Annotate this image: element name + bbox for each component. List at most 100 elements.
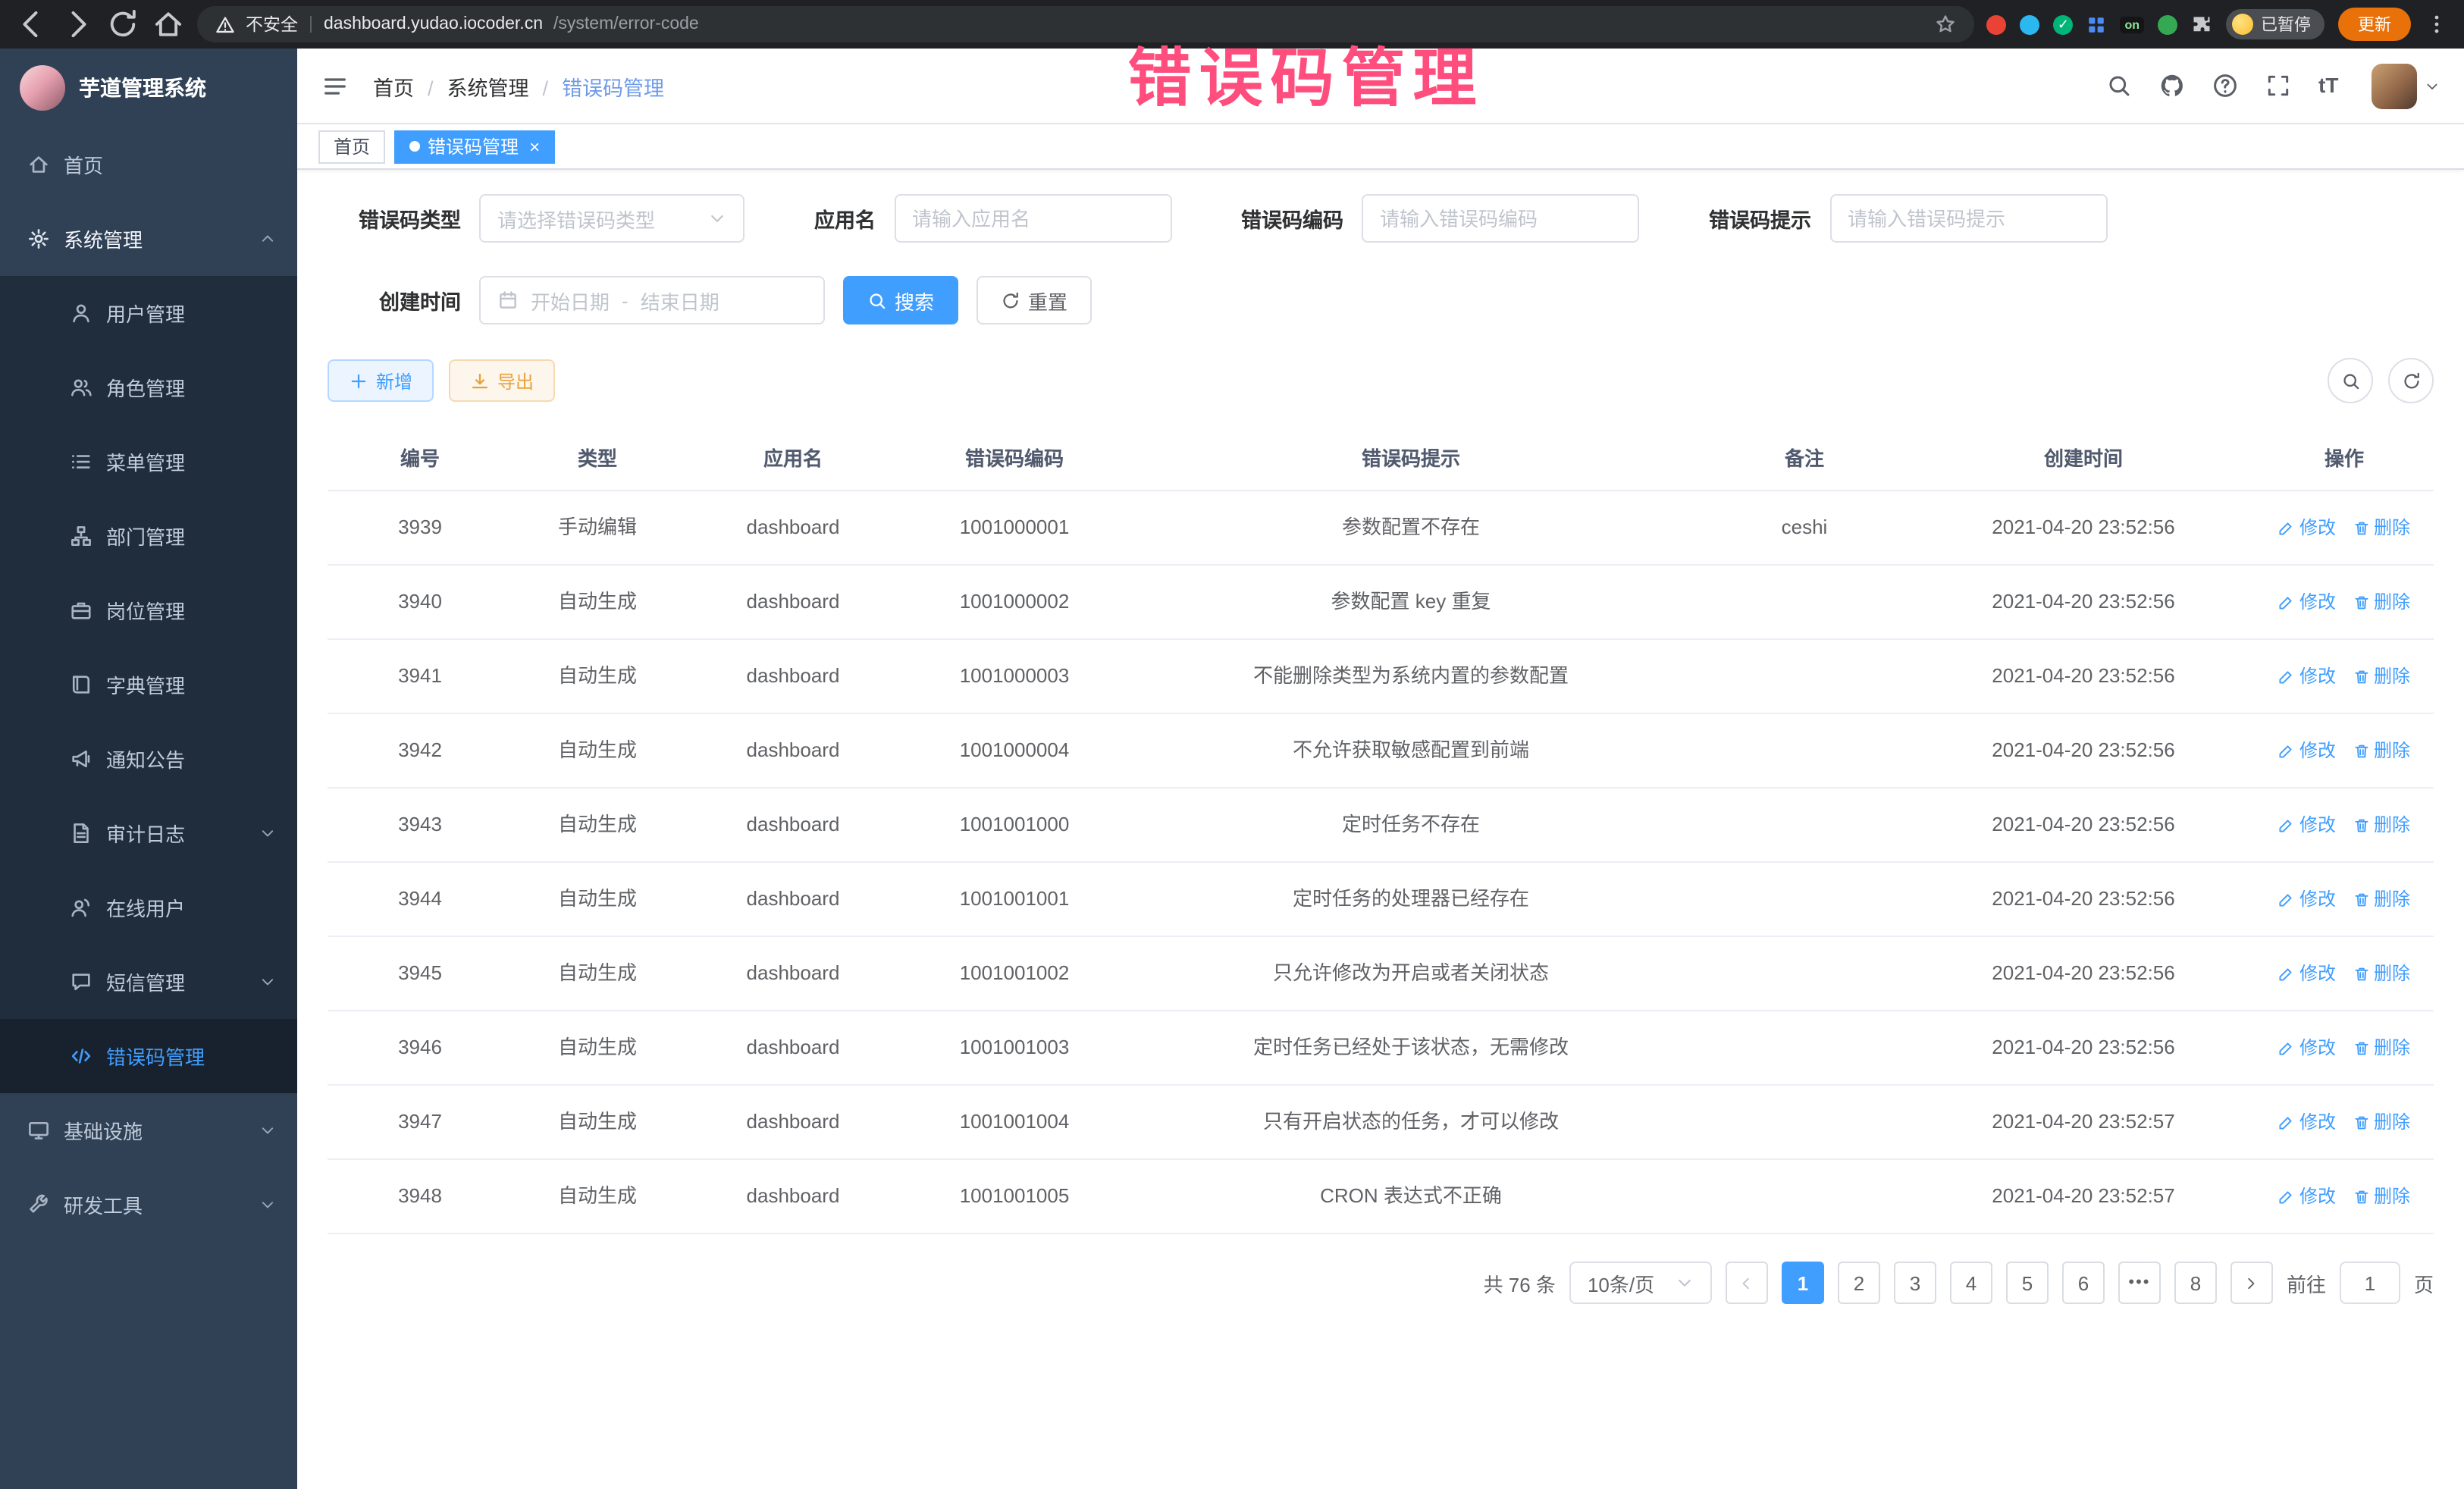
reload-icon[interactable] (106, 8, 140, 41)
add-button[interactable]: 新增 (328, 359, 434, 402)
delete-link[interactable]: 删除 (2353, 886, 2410, 913)
delete-link[interactable]: 删除 (2353, 737, 2410, 764)
breadcrumb-item[interactable]: 系统管理 (414, 71, 529, 101)
delete-link[interactable]: 删除 (2353, 663, 2410, 690)
prev-page-button[interactable] (1726, 1262, 1768, 1304)
extension-check-icon[interactable]: ✓ (2053, 14, 2073, 34)
tab[interactable]: 错误码管理 × (394, 130, 555, 163)
page-button[interactable]: 2 (1838, 1262, 1880, 1304)
code-filter-label: 错误码编码 (1241, 203, 1343, 234)
type-select[interactable]: 请选择错误码类型 (479, 194, 745, 243)
sidebar-item[interactable]: 字典管理 (0, 647, 297, 722)
column-header: 操作 (2255, 425, 2434, 490)
cell-app: dashboard (682, 1097, 904, 1148)
sidebar-item[interactable]: 部门管理 (0, 499, 297, 573)
page-size-select[interactable]: 10条/页 (1569, 1262, 1712, 1304)
edit-link[interactable]: 修改 (2278, 514, 2336, 541)
github-icon[interactable] (2159, 73, 2185, 99)
page-button[interactable]: 4 (1950, 1262, 1992, 1304)
code-input[interactable] (1380, 207, 1621, 230)
profile-pill[interactable]: 已暂停 (2226, 9, 2324, 39)
page-button[interactable]: 3 (1894, 1262, 1936, 1304)
app-input[interactable] (912, 207, 1153, 230)
edit-icon (2278, 1039, 2295, 1056)
app-logo[interactable]: 芋道管理系统 (0, 49, 297, 127)
breadcrumb-item[interactable]: 错误码管理 (529, 71, 665, 101)
delete-link[interactable]: 删除 (2353, 1183, 2410, 1210)
breadcrumb-item[interactable]: 首页 (373, 71, 414, 101)
sidebar-item[interactable]: 通知公告 (0, 722, 297, 796)
cell-actions: 修改 删除 (2255, 875, 2434, 923)
update-button[interactable]: 更新 (2338, 8, 2411, 41)
extensions-puzzle-icon[interactable] (2191, 14, 2212, 35)
cell-time: 2021-04-20 23:52:56 (1912, 651, 2255, 702)
delete-link[interactable]: 删除 (2353, 811, 2410, 839)
sidebar-item[interactable]: 角色管理 (0, 350, 297, 425)
user-menu[interactable] (2372, 63, 2440, 108)
delete-link[interactable]: 删除 (2353, 960, 2410, 987)
delete-link[interactable]: 删除 (2353, 514, 2410, 541)
extension-green-icon[interactable] (2158, 14, 2177, 34)
forward-icon[interactable] (61, 8, 94, 41)
cell-remark (1697, 963, 1912, 984)
search-button[interactable]: 搜索 (843, 276, 958, 324)
edit-link[interactable]: 修改 (2278, 1183, 2336, 1210)
goto-page-input[interactable] (2340, 1262, 2400, 1304)
close-icon[interactable]: × (529, 137, 540, 155)
edit-link[interactable]: 修改 (2278, 886, 2336, 913)
address-bar[interactable]: 不安全 | dashboard.yudao.iocoder.cn/system/… (197, 6, 1974, 42)
sidebar-item[interactable]: 用户管理 (0, 276, 297, 350)
extension-teal-icon[interactable] (2020, 14, 2039, 34)
page-button[interactable]: 8 (2174, 1262, 2217, 1304)
edit-link[interactable]: 修改 (2278, 588, 2336, 616)
sidebar-item[interactable]: 岗位管理 (0, 573, 297, 647)
sidebar-item[interactable]: 在线用户 (0, 870, 297, 945)
extension-grid-icon[interactable] (2086, 14, 2106, 34)
bookmark-star-icon[interactable] (1935, 14, 1956, 35)
delete-link[interactable]: 删除 (2353, 1108, 2410, 1136)
hamburger-icon[interactable] (321, 72, 349, 99)
chevron-down-icon (2425, 78, 2440, 93)
fullscreen-icon[interactable] (2265, 73, 2291, 99)
hint-input[interactable] (1848, 207, 2089, 230)
warning-icon (215, 14, 235, 34)
cell-type: 自动生成 (513, 874, 682, 925)
reset-button[interactable]: 重置 (977, 276, 1092, 324)
extension-red-icon[interactable] (1986, 14, 2006, 34)
sidebar-item[interactable]: 菜单管理 (0, 425, 297, 499)
date-range-picker[interactable]: 开始日期 - 结束日期 (479, 276, 825, 324)
edit-link[interactable]: 修改 (2278, 737, 2336, 764)
next-page-button[interactable] (2230, 1262, 2273, 1304)
edit-link[interactable]: 修改 (2278, 1108, 2336, 1136)
edit-link[interactable]: 修改 (2278, 1034, 2336, 1061)
back-icon[interactable] (15, 8, 49, 41)
page-button[interactable]: ••• (2118, 1262, 2161, 1304)
font-size-icon[interactable]: tT (2318, 73, 2344, 99)
delete-link[interactable]: 删除 (2353, 588, 2410, 616)
edit-link[interactable]: 修改 (2278, 811, 2336, 839)
extension-on-badge[interactable]: on (2120, 16, 2144, 33)
edit-link[interactable]: 修改 (2278, 960, 2336, 987)
export-button[interactable]: 导出 (449, 359, 555, 402)
browser-menu-icon[interactable] (2425, 12, 2449, 36)
refresh-table-button[interactable] (2388, 358, 2434, 403)
delete-link[interactable]: 删除 (2353, 1034, 2410, 1061)
sidebar-item[interactable]: 研发工具 (0, 1168, 297, 1242)
page-button[interactable]: 6 (2062, 1262, 2105, 1304)
table-row: 3942 自动生成 dashboard 1001000004 不允许获取敏感配置… (328, 714, 2434, 788)
sidebar-item[interactable]: 首页 (0, 127, 297, 202)
sidebar-item[interactable]: 基础设施 (0, 1093, 297, 1168)
sidebar-item[interactable]: 审计日志 (0, 796, 297, 870)
page-button[interactable]: 1 (1782, 1262, 1824, 1304)
search-icon[interactable] (2106, 73, 2132, 99)
chrome-home-icon[interactable] (152, 8, 185, 41)
tab[interactable]: 首页 × (318, 130, 385, 163)
edit-link[interactable]: 修改 (2278, 663, 2336, 690)
sidebar-item[interactable]: 短信管理 (0, 945, 297, 1019)
page-button[interactable]: 5 (2006, 1262, 2049, 1304)
sidebar: 芋道管理系统 首页 系统管理 (0, 49, 297, 1489)
toggle-search-button[interactable] (2328, 358, 2373, 403)
sidebar-item[interactable]: 系统管理 (0, 202, 297, 276)
sidebar-item[interactable]: 错误码管理 (0, 1019, 297, 1093)
question-icon[interactable] (2212, 73, 2238, 99)
